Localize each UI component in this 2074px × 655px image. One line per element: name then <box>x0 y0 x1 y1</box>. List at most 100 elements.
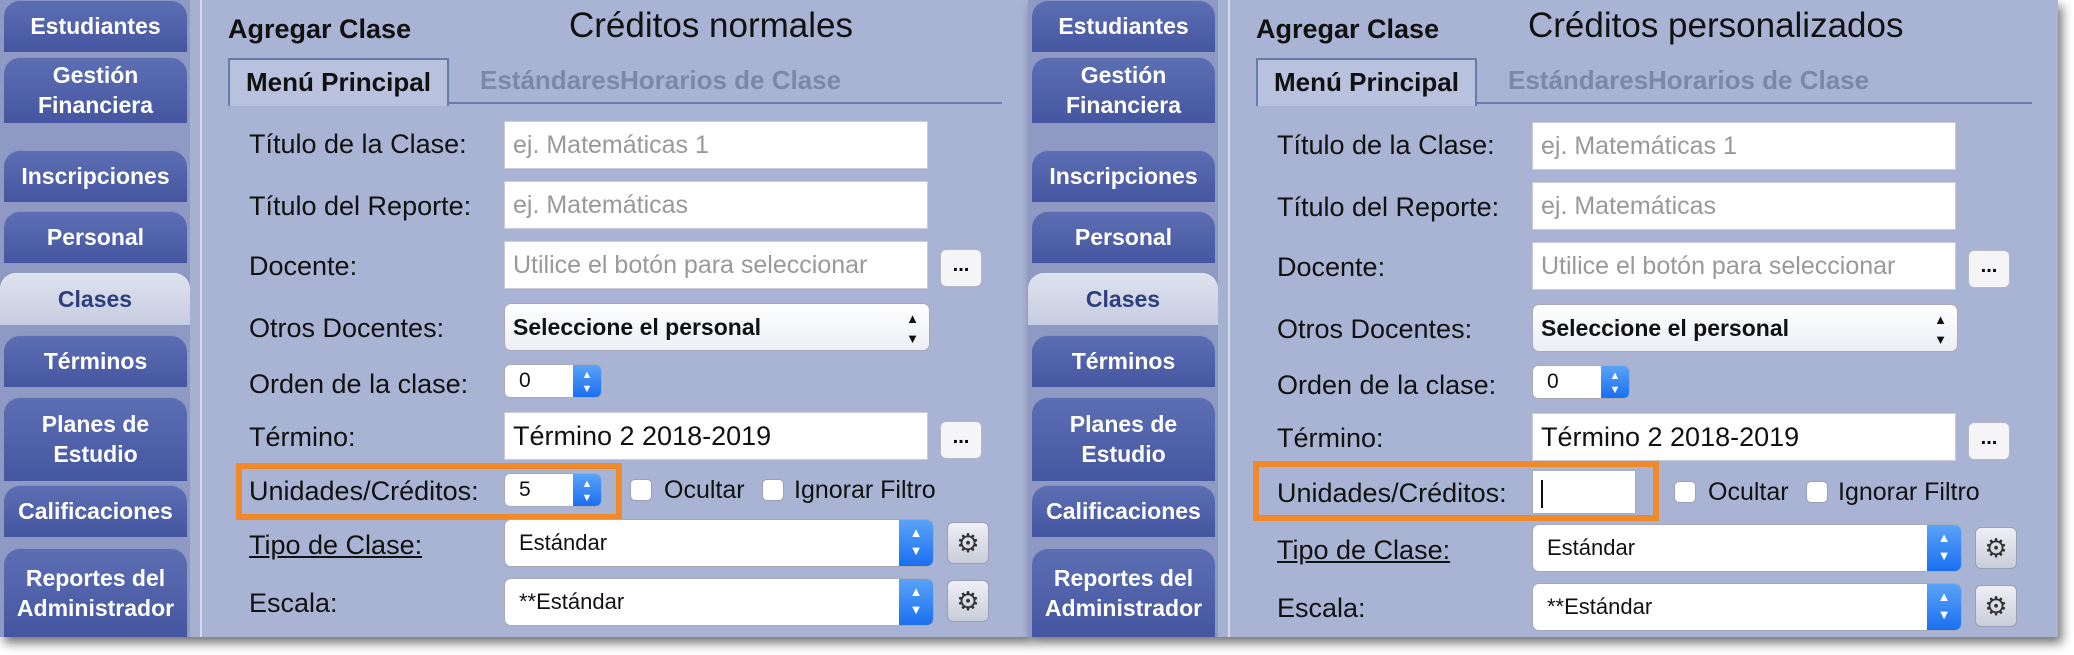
sidebar-item-inscripciones[interactable]: Inscripciones <box>1032 150 1215 202</box>
dropdown-arrows-icon: ▲ ▼ <box>899 579 933 625</box>
tab-menu-principal[interactable]: Menú Principal <box>228 58 449 106</box>
ignore-filter-checkbox[interactable] <box>762 479 784 501</box>
class-type-label[interactable]: Tipo de Clase: <box>1277 535 1450 566</box>
dropdown-arrows-icon: ▲ ▼ <box>1927 584 1961 630</box>
report-title-input[interactable]: ej. Matemáticas <box>1532 182 1956 230</box>
panel-title: Agregar Clase <box>228 14 412 44</box>
teacher-label: Docente: <box>1277 252 1386 282</box>
class-title-label: Título de la Clase: <box>1277 130 1495 160</box>
tab-bar: Menú Principal Estándares Horarios de Cl… <box>228 58 1002 106</box>
class-order-value: 0 <box>1547 370 1559 393</box>
ignore-filter-label: Ignorar Filtro <box>794 476 936 504</box>
class-order-label: Orden de la clase: <box>249 369 469 399</box>
scale-label: Escala: <box>1277 593 1366 623</box>
sidebar-item-planes-de-estudio[interactable]: Planes de Estudio <box>1032 397 1215 481</box>
stepper-arrows-icon[interactable]: ▲ ▼ <box>573 365 601 397</box>
hide-label: Ocultar <box>664 476 745 504</box>
class-order-label: Orden de la clase: <box>1277 370 1497 400</box>
class-type-gear-icon[interactable]: ⚙ <box>1975 527 2017 569</box>
stepper-arrows-icon[interactable]: ▲ ▼ <box>1601 366 1629 398</box>
class-type-dropdown[interactable]: Estándar ▲ ▼ <box>504 519 934 567</box>
caption-custom-credits: Créditos personalizados <box>1528 6 1904 45</box>
caption-normal-credits: Créditos normales <box>569 6 853 45</box>
other-teachers-select[interactable]: Seleccione el personal ▲ ▼ <box>504 303 930 351</box>
panel-title: Agregar Clase <box>1256 14 1440 44</box>
sidebar-item-estudiantes[interactable]: Estudiantes <box>1032 0 1215 52</box>
stepper-arrows-icon[interactable]: ▲ ▼ <box>573 474 601 506</box>
report-title-label: Título del Reporte: <box>249 191 472 221</box>
class-type-value: Estándar <box>1547 535 1636 560</box>
tab-horarios-de-clase[interactable]: Horarios de Clase <box>604 58 857 104</box>
class-title-input[interactable]: ej. Matemáticas 1 <box>1532 122 1956 170</box>
select-teacher-button[interactable]: ... <box>1968 250 2010 288</box>
sidebar-item-personal[interactable]: Personal <box>1032 211 1215 263</box>
units-label: Unidades/Créditos: <box>249 476 479 506</box>
text-cursor <box>1541 479 1543 508</box>
report-title-input[interactable]: ej. Matemáticas <box>504 181 928 229</box>
screenshot-custom-credits: Estudiantes Gestión Financiera Inscripci… <box>1028 0 2058 637</box>
hide-label: Ocultar <box>1708 478 1789 506</box>
teacher-input[interactable]: Utilice el botón para seleccionar <box>1532 242 1956 290</box>
sidebar: Estudiantes Gestión Financiera Inscripci… <box>0 0 190 637</box>
sidebar-item-gestion-financiera[interactable]: Gestión Financiera <box>4 57 187 123</box>
class-type-label[interactable]: Tipo de Clase: <box>249 530 422 561</box>
class-title-label: Título de la Clase: <box>249 129 467 159</box>
class-title-input[interactable]: ej. Matemáticas 1 <box>504 121 928 169</box>
dropdown-arrows-icon: ▲ ▼ <box>1927 525 1961 571</box>
term-label: Término: <box>1277 423 1384 453</box>
sidebar-item-clases[interactable]: Clases <box>1028 273 1218 325</box>
teacher-label: Docente: <box>249 251 358 281</box>
term-input[interactable]: Término 2 2018-2019 <box>504 412 928 460</box>
select-teacher-button[interactable]: ... <box>940 249 982 287</box>
class-type-value: Estándar <box>519 530 608 555</box>
class-order-stepper[interactable]: 0 ▲ ▼ <box>504 364 602 398</box>
sidebar-item-reportes-del-administrador[interactable]: Reportes del Administrador <box>1032 548 1215 637</box>
scale-gear-icon[interactable]: ⚙ <box>947 580 989 622</box>
other-teachers-value: Seleccione el personal <box>1541 315 1790 341</box>
tab-menu-principal[interactable]: Menú Principal <box>1256 58 1477 106</box>
tab-bar: Menú Principal Estándares Horarios de Cl… <box>1256 58 2032 106</box>
sidebar-item-estudiantes[interactable]: Estudiantes <box>4 0 187 52</box>
other-teachers-label: Otros Docentes: <box>1277 314 1473 344</box>
class-type-dropdown[interactable]: Estándar ▲ ▼ <box>1532 524 1962 572</box>
add-class-panel: Agregar Clase Créditos personalizados Me… <box>1228 0 2058 637</box>
class-order-stepper[interactable]: 0 ▲ ▼ <box>1532 365 1630 399</box>
sidebar-item-terminos[interactable]: Términos <box>4 335 187 387</box>
sidebar-item-planes-de-estudio[interactable]: Planes de Estudio <box>4 397 187 481</box>
select-term-button[interactable]: ... <box>940 421 982 459</box>
sidebar-item-personal[interactable]: Personal <box>4 211 187 263</box>
sidebar-item-gestion-financiera[interactable]: Gestión Financiera <box>1032 57 1215 123</box>
other-teachers-select[interactable]: Seleccione el personal ▲ ▼ <box>1532 304 1958 352</box>
scale-dropdown[interactable]: **Estándar ▲ ▼ <box>1532 583 1962 631</box>
sidebar-item-clases[interactable]: Clases <box>0 273 190 325</box>
sidebar: Estudiantes Gestión Financiera Inscripci… <box>1028 0 1218 637</box>
screenshot-normal-credits: Estudiantes Gestión Financiera Inscripci… <box>0 0 1028 637</box>
units-input[interactable] <box>1532 470 1636 514</box>
scale-dropdown[interactable]: **Estándar ▲ ▼ <box>504 578 934 626</box>
scale-gear-icon[interactable]: ⚙ <box>1975 585 2017 627</box>
sidebar-item-reportes-del-administrador[interactable]: Reportes del Administrador <box>4 548 187 637</box>
units-value: 5 <box>519 478 531 501</box>
ignore-filter-checkbox[interactable] <box>1806 481 1828 503</box>
tab-horarios-de-clase[interactable]: Horarios de Clase <box>1632 58 1885 104</box>
add-class-panel: Agregar Clase Créditos normales Menú Pri… <box>200 0 1028 637</box>
units-label: Unidades/Créditos: <box>1277 478 1507 508</box>
units-stepper[interactable]: 5 ▲ ▼ <box>504 473 602 507</box>
class-type-gear-icon[interactable]: ⚙ <box>947 522 989 564</box>
scale-value: **Estándar <box>1547 594 1653 619</box>
class-order-value: 0 <box>519 369 531 392</box>
select-arrows-icon: ▲ ▼ <box>906 311 919 346</box>
hide-checkbox[interactable] <box>1674 481 1696 503</box>
teacher-input[interactable]: Utilice el botón para seleccionar <box>504 241 928 289</box>
select-term-button[interactable]: ... <box>1968 422 2010 460</box>
sidebar-item-calificaciones[interactable]: Calificaciones <box>1032 485 1215 537</box>
dropdown-arrows-icon: ▲ ▼ <box>899 520 933 566</box>
ignore-filter-label: Ignorar Filtro <box>1838 478 1980 506</box>
sidebar-item-inscripciones[interactable]: Inscripciones <box>4 150 187 202</box>
sidebar-item-calificaciones[interactable]: Calificaciones <box>4 485 187 537</box>
term-input[interactable]: Término 2 2018-2019 <box>1532 413 1956 461</box>
sidebar-item-terminos[interactable]: Términos <box>1032 335 1215 387</box>
term-label: Término: <box>249 422 356 452</box>
scale-label: Escala: <box>249 588 338 618</box>
hide-checkbox[interactable] <box>630 479 652 501</box>
